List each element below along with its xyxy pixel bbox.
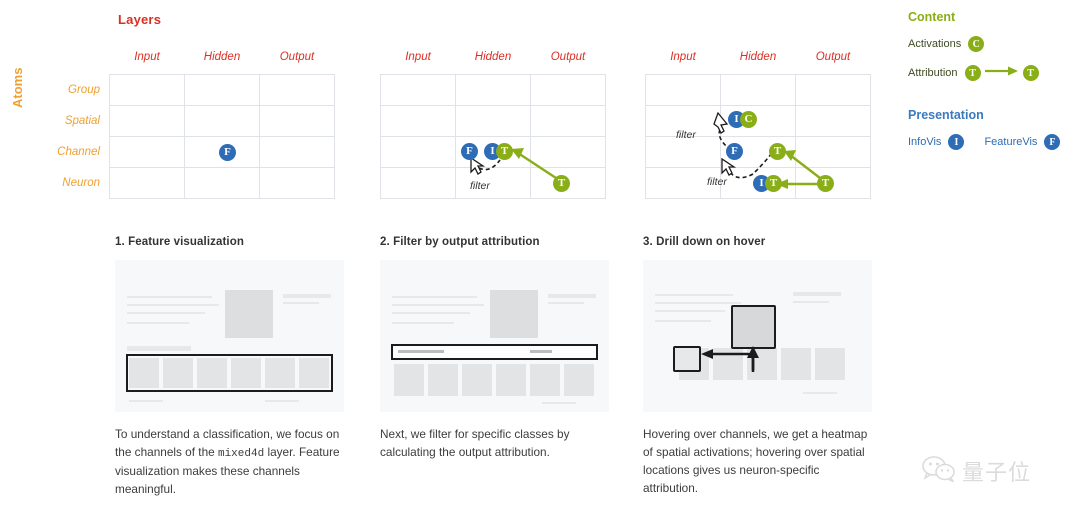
step-1-mockup[interactable] xyxy=(115,260,344,412)
legend-label-attribution: Attribution xyxy=(908,67,958,79)
watermark: 量子位 xyxy=(922,455,1031,487)
row-header-spatial: Spatial xyxy=(26,105,110,137)
badge-attribution-hidden-p2[interactable]: T xyxy=(496,143,513,160)
cell-neuron-input[interactable] xyxy=(380,167,456,199)
step-2: 2. Filter by output attribution Next, we… xyxy=(380,236,609,462)
legend-item-attribution[interactable]: Attribution T T xyxy=(908,64,1078,82)
matrix-corner xyxy=(26,40,110,75)
cell-group-hidden[interactable] xyxy=(184,74,260,106)
cell-spatial-hidden[interactable] xyxy=(184,105,260,137)
legend-label-infovis: InfoVis xyxy=(908,136,942,148)
cell-group-hidden[interactable] xyxy=(455,74,531,106)
atoms-axis-title: Atoms xyxy=(10,67,25,108)
filter-label-p2: filter xyxy=(470,180,490,192)
cell-group-output[interactable] xyxy=(259,74,335,106)
cell-group-output[interactable] xyxy=(795,74,871,106)
cell-neuron-output[interactable] xyxy=(259,167,335,199)
column-header-output: Output xyxy=(530,40,606,75)
legend-item-activations[interactable]: Activations C xyxy=(908,35,1078,53)
cell-spatial-output[interactable] xyxy=(259,105,335,137)
badge-attribution-output-p3[interactable]: T xyxy=(817,175,834,192)
cell-channel-output[interactable] xyxy=(795,136,871,168)
column-header-output: Output xyxy=(259,40,335,75)
wechat-icon xyxy=(922,455,956,487)
cell-group-output[interactable] xyxy=(530,74,606,106)
column-header-input: Input xyxy=(645,40,721,75)
column-header-hidden: Hidden xyxy=(455,40,531,75)
legend-item-featurevis[interactable]: FeatureVis F xyxy=(984,133,1061,151)
layers-axis-title: Layers xyxy=(118,12,162,27)
cell-spatial-input[interactable] xyxy=(380,105,456,137)
legend-item-infovis[interactable]: InfoVis I xyxy=(908,133,965,151)
cell-spatial-output[interactable] xyxy=(530,105,606,137)
column-header-hidden: Hidden xyxy=(184,40,260,75)
filter-label-lower-p3: filter xyxy=(707,176,727,188)
step-1-text: To understand a classification, we focus… xyxy=(115,426,344,498)
step-2-title: 2. Filter by output attribution xyxy=(380,236,540,248)
step-2-text: Next, we filter for specific classes by … xyxy=(380,427,570,459)
step-1-title: 1. Feature visualization xyxy=(115,236,244,248)
cell-spatial-input[interactable] xyxy=(109,105,185,137)
filter-label-upper-p3: filter xyxy=(676,129,696,141)
featurevis-badge-icon: F xyxy=(1044,134,1061,150)
step-3: 3. Drill down on hover Hovering over cha… xyxy=(643,236,872,498)
attribution-badge-to-icon: T xyxy=(1022,65,1039,81)
cell-neuron-hidden[interactable] xyxy=(184,167,260,199)
legend: Content Activations C Attribution T T Pr… xyxy=(908,10,1078,151)
badge-attribution-channel-p3[interactable]: T xyxy=(769,143,786,160)
arrow-right-icon xyxy=(984,64,1019,82)
step-3-text: Hovering over channels, we get a heatmap… xyxy=(643,427,868,495)
column-header-input: Input xyxy=(380,40,456,75)
step-2-mockup[interactable] xyxy=(380,260,609,412)
cell-group-input[interactable] xyxy=(645,74,721,106)
cell-channel-output[interactable] xyxy=(530,136,606,168)
badge-featurevis-channel-hidden[interactable]: F xyxy=(219,144,236,161)
legend-label-featurevis: FeatureVis xyxy=(984,136,1038,148)
cell-channel-input[interactable] xyxy=(380,136,456,168)
column-header-input: Input xyxy=(109,40,185,75)
badge-featurevis-p2[interactable]: F xyxy=(461,143,478,160)
cell-neuron-input[interactable] xyxy=(109,167,185,199)
row-header-channel: Channel xyxy=(26,136,110,168)
step-3-hover-arrows xyxy=(701,346,759,372)
legend-presentation-heading: Presentation xyxy=(908,108,984,122)
cell-neuron-hidden[interactable] xyxy=(455,167,531,199)
cell-group-input[interactable] xyxy=(109,74,185,106)
step-1-highlight-box xyxy=(126,354,333,392)
badge-featurevis-channel-p3[interactable]: F xyxy=(726,143,743,160)
row-header-neuron: Neuron xyxy=(26,167,110,199)
cell-channel-input[interactable] xyxy=(645,136,721,168)
cell-group-hidden[interactable] xyxy=(720,74,796,106)
matrix-panel-2: Input Hidden Output xyxy=(380,40,606,199)
badge-activations-spatial-p3[interactable]: C xyxy=(740,111,757,128)
step-3-mockup[interactable] xyxy=(643,260,872,412)
column-header-output: Output xyxy=(795,40,871,75)
cell-group-input[interactable] xyxy=(380,74,456,106)
cell-spatial-hidden[interactable] xyxy=(455,105,531,137)
step-1-layer-name: mixed4d xyxy=(217,447,265,460)
column-header-hidden: Hidden xyxy=(720,40,796,75)
step-1: 1. Feature visualization To understand a… xyxy=(115,236,344,498)
cell-spatial-output[interactable] xyxy=(795,105,871,137)
matrix-panel-1: Input Hidden Output Group Spatial Channe… xyxy=(26,40,335,199)
legend-presentation-row: InfoVis I FeatureVis F xyxy=(908,133,1078,151)
legend-label-activations: Activations xyxy=(908,38,962,50)
badge-attribution-neuron-p3[interactable]: T xyxy=(765,175,782,192)
watermark-text: 量子位 xyxy=(962,461,1032,486)
infovis-badge-icon: I xyxy=(948,134,965,150)
legend-content-heading: Content xyxy=(908,10,956,24)
legend-presentation-block: Presentation InfoVis I FeatureVis F xyxy=(908,108,1078,151)
cell-channel-output[interactable] xyxy=(259,136,335,168)
row-header-group: Group xyxy=(26,74,110,106)
cell-channel-input[interactable] xyxy=(109,136,185,168)
attribution-badge-from-icon: T xyxy=(964,65,981,81)
activations-badge-icon: C xyxy=(968,36,985,52)
badge-attribution-output-p2[interactable]: T xyxy=(553,175,570,192)
step-3-title: 3. Drill down on hover xyxy=(643,236,766,248)
